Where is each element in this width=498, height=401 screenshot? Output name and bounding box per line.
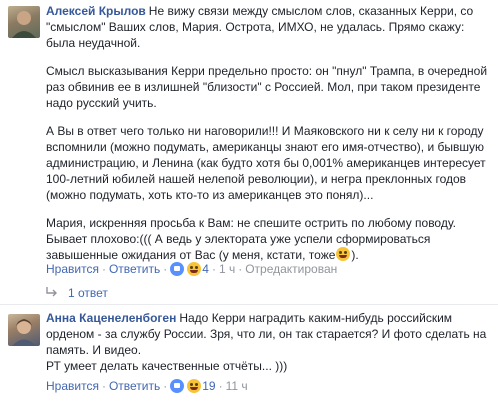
comment-paragraph: Анна Каценеленбоген Надо Керри наградить …: [46, 310, 492, 358]
comment-actions: Нравится · Ответить · 19 · 11 ч: [46, 379, 248, 393]
author-name[interactable]: Алексей Крылов: [46, 4, 146, 18]
timestamp[interactable]: 11 ч: [226, 379, 248, 393]
avatar-anna[interactable]: [8, 314, 40, 346]
comment-paragraph: Смысл высказывания Керри предельно прост…: [46, 64, 488, 110]
like-button[interactable]: Нравится: [46, 379, 99, 393]
separator: ·: [101, 262, 106, 276]
like-icon: [170, 379, 185, 393]
comment-paragraph: А Вы в ответ чего только ни наговорили!!…: [46, 124, 486, 202]
separator: ·: [101, 379, 106, 393]
comment-body: Алексей Крылов Не вижу связи между смысло…: [46, 3, 492, 263]
likes-count[interactable]: 4: [202, 262, 209, 276]
reply-button[interactable]: Ответить: [109, 262, 160, 276]
avatar-photo-icon: [12, 11, 36, 38]
reply-arrow-icon: [46, 286, 58, 300]
separator: ·: [163, 262, 168, 276]
comment-body: Анна Каценеленбоген Надо Керри наградить …: [46, 310, 492, 374]
like-button[interactable]: Нравится: [46, 262, 99, 276]
laughing-emoji-icon: [187, 262, 202, 276]
reply-button[interactable]: Ответить: [109, 379, 160, 393]
comment-paragraph: РТ умеет делать качественные отчёты... )…: [46, 359, 288, 373]
divider: [0, 304, 498, 305]
separator: ·: [218, 379, 223, 393]
replies-count[interactable]: 1 ответ: [68, 286, 108, 300]
view-replies-link[interactable]: 1 ответ: [46, 286, 108, 300]
laughing-emoji-icon: [187, 379, 202, 393]
avatar-photo-icon: [12, 319, 36, 346]
avatar-aleksey[interactable]: [8, 6, 40, 38]
laughing-emoji-icon: [336, 247, 351, 261]
comment-text: ).: [351, 248, 359, 262]
likes-count[interactable]: 19: [202, 379, 215, 393]
comment-actions: Нравится · Ответить · 4 · 1 ч · Отредактирован: [46, 262, 337, 276]
separator: ·: [238, 262, 243, 276]
comment-paragraph: Алексей Крылов Не вижу связи между смысло…: [46, 3, 492, 51]
like-icon: [170, 262, 185, 276]
timestamp[interactable]: 1 ч: [219, 262, 235, 276]
edited-label[interactable]: Отредактирован: [245, 262, 337, 276]
author-name[interactable]: Анна Каценеленбоген: [46, 311, 176, 325]
separator: ·: [211, 262, 216, 276]
comment-paragraph: Мария, искренняя просьба к Вам: не спеши…: [46, 215, 492, 263]
comment-text: Мария, искренняя просьба к Вам: не спеши…: [46, 216, 456, 262]
separator: ·: [163, 379, 168, 393]
